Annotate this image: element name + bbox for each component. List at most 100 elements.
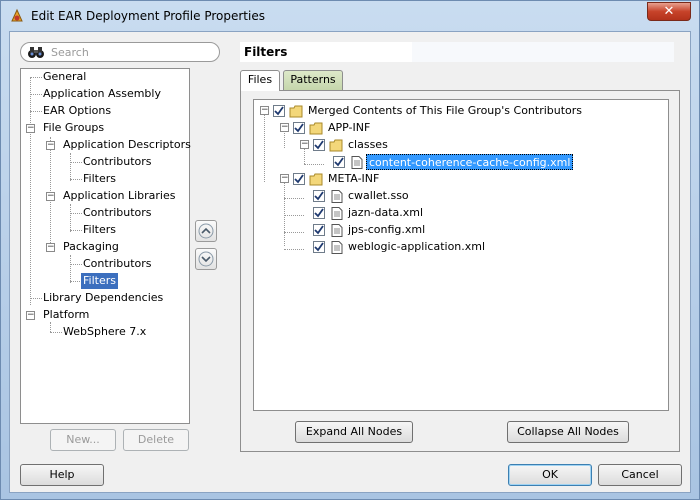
cancel-button[interactable]: Cancel	[598, 464, 682, 486]
nav-item-filters[interactable]: Filters	[81, 171, 118, 187]
nav-item-filters-selected[interactable]: Filters	[81, 273, 118, 289]
nav-item-file-groups[interactable]: File Groups	[41, 120, 106, 136]
help-button[interactable]: Help	[20, 464, 104, 486]
jdeveloper-app-icon	[11, 8, 23, 22]
nav-item-ear-options[interactable]: EAR Options	[41, 103, 113, 119]
file-tree-item-classes[interactable]: classes	[348, 137, 388, 153]
tree-connector	[284, 182, 285, 246]
move-up-button[interactable]	[195, 220, 217, 242]
file-icon	[331, 207, 343, 220]
checkmark-icon	[294, 174, 304, 184]
nav-item-contributors[interactable]: Contributors	[81, 205, 154, 221]
nav-item-general[interactable]: General	[41, 69, 88, 85]
tree-connector	[264, 114, 265, 182]
checkbox-app-inf[interactable]	[293, 122, 305, 134]
window-title: Edit EAR Deployment Profile Properties	[31, 9, 265, 23]
file-tree-item-cwallet[interactable]: cwallet.sso	[348, 188, 409, 204]
collapse-icon[interactable]: −	[260, 106, 269, 115]
file-tree-item-merged[interactable]: Merged Contents of This File Group's Con…	[308, 103, 582, 119]
file-tree-item-jazn-data[interactable]: jazn-data.xml	[348, 205, 423, 221]
nav-item-contributors[interactable]: Contributors	[81, 154, 154, 170]
tree-connector	[50, 322, 51, 332]
navigation-tree: − − − − − General Application Assembly E…	[20, 68, 193, 424]
nav-item-application-assembly[interactable]: Application Assembly	[41, 86, 163, 102]
dialog-content: − − − − − General Application Assembly E…	[9, 31, 691, 493]
nav-item-application-descriptors[interactable]: Application Descriptors	[61, 137, 193, 153]
collapse-icon[interactable]: −	[46, 192, 55, 201]
nav-item-packaging[interactable]: Packaging	[61, 239, 121, 255]
checkmark-icon	[314, 242, 324, 252]
binoculars-icon	[28, 47, 44, 58]
tab-files[interactable]: Files	[240, 70, 280, 91]
checkbox-merged-contents[interactable]	[273, 105, 285, 117]
collapse-icon[interactable]: −	[280, 174, 289, 183]
expand-all-nodes-button[interactable]: Expand All Nodes	[295, 421, 413, 443]
checkbox-meta-inf[interactable]	[293, 173, 305, 185]
checkmark-icon	[294, 123, 304, 133]
search-input[interactable]	[51, 45, 211, 59]
tree-connector	[284, 249, 304, 250]
checkbox-classes[interactable]	[313, 139, 325, 151]
nav-item-websphere[interactable]: WebSphere 7.x	[61, 324, 148, 340]
checkbox-content-coherence[interactable]	[333, 156, 345, 168]
tree-connector	[284, 198, 304, 199]
file-tree: − Merged Contents of This File Group's C…	[253, 99, 669, 411]
folder-icon	[289, 105, 303, 118]
checkmark-icon	[334, 157, 344, 167]
collapse-all-nodes-button[interactable]: Collapse All Nodes	[507, 421, 629, 443]
page-title: Filters	[240, 42, 412, 62]
folder-icon	[309, 122, 323, 135]
close-icon: ✕	[663, 4, 675, 19]
file-icon	[331, 224, 343, 237]
collapse-icon[interactable]: −	[46, 141, 55, 150]
checkbox-jps-config[interactable]	[313, 224, 325, 236]
tree-connector	[304, 164, 324, 165]
file-tree-item-app-inf[interactable]: APP-INF	[328, 120, 370, 136]
file-tree-item-content-coherence[interactable]: content-coherence-cache-config.xml	[366, 154, 574, 170]
delete-button[interactable]: Delete	[123, 429, 189, 451]
checkmark-icon	[314, 140, 324, 150]
collapse-icon[interactable]: −	[280, 123, 289, 132]
file-tree-item-jps-config[interactable]: jps-config.xml	[348, 222, 425, 238]
file-tree-item-meta-inf[interactable]: META-INF	[328, 171, 379, 187]
tree-connector	[70, 255, 71, 283]
collapse-icon[interactable]: −	[46, 243, 55, 252]
dialog-window: Edit EAR Deployment Profile Properties ✕	[0, 0, 700, 500]
folder-icon	[309, 173, 323, 186]
checkmark-icon	[274, 106, 284, 116]
checkbox-cwallet[interactable]	[313, 190, 325, 202]
tree-connector	[284, 130, 285, 148]
tree-connector	[284, 215, 304, 216]
nav-item-filters[interactable]: Filters	[81, 222, 118, 238]
checkmark-icon	[314, 208, 324, 218]
checkmark-icon	[314, 191, 324, 201]
tab-patterns[interactable]: Patterns	[283, 70, 343, 90]
file-tree-item-weblogic-application[interactable]: weblogic-application.xml	[348, 239, 485, 255]
chevron-up-icon	[198, 223, 214, 239]
close-button[interactable]: ✕	[647, 2, 691, 21]
collapse-icon[interactable]: −	[26, 124, 35, 133]
collapse-icon[interactable]: −	[26, 311, 35, 320]
new-button[interactable]: New...	[50, 429, 116, 451]
search-box	[20, 42, 220, 62]
tree-connector	[70, 153, 71, 181]
collapse-icon[interactable]: −	[300, 140, 309, 149]
ok-button[interactable]: OK	[508, 464, 592, 486]
tree-connector	[304, 147, 305, 164]
move-down-button[interactable]	[195, 248, 217, 270]
files-tab-panel: − Merged Contents of This File Group's C…	[240, 90, 680, 452]
tree-connector	[284, 232, 304, 233]
tree-connector	[70, 204, 71, 232]
nav-item-contributors[interactable]: Contributors	[81, 256, 154, 272]
nav-item-library-dependencies[interactable]: Library Dependencies	[41, 290, 165, 306]
checkbox-weblogic-application[interactable]	[313, 241, 325, 253]
checkmark-icon	[314, 225, 324, 235]
file-icon	[331, 241, 343, 254]
folder-icon	[329, 139, 343, 152]
checkbox-jazn-data[interactable]	[313, 207, 325, 219]
nav-item-platform[interactable]: Platform	[41, 307, 91, 323]
file-icon	[351, 156, 363, 169]
title-bar: Edit EAR Deployment Profile Properties ✕	[1, 1, 699, 31]
nav-item-application-libraries[interactable]: Application Libraries	[61, 188, 177, 204]
file-icon	[331, 190, 343, 203]
